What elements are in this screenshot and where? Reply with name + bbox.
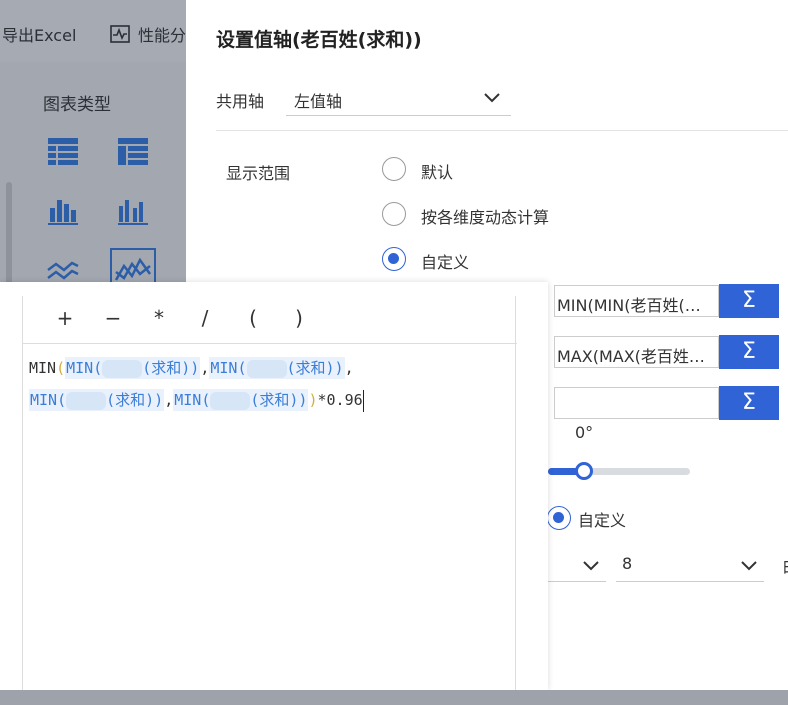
interval-sigma-button[interactable]: Σ bbox=[719, 386, 779, 420]
field-token[interactable]: MIN((求和)) bbox=[209, 357, 345, 379]
range-dynamic-radio[interactable] bbox=[382, 202, 406, 226]
custom-label-text: 自定义 bbox=[578, 511, 627, 530]
font-family-select[interactable] bbox=[546, 548, 606, 582]
pulse-icon bbox=[110, 25, 130, 43]
bottom-toolbar-strip bbox=[0, 690, 788, 705]
cross-table-icon[interactable] bbox=[116, 134, 150, 168]
shared-axis-select[interactable]: 左值轴 bbox=[286, 78, 511, 116]
formula-line-2: MIN((求和)),MIN((求和)))*0.96 bbox=[29, 384, 509, 416]
blurred-field bbox=[246, 359, 287, 378]
range-default-label: 默认 bbox=[421, 163, 454, 182]
chart-type-label: 图表类型 bbox=[43, 95, 111, 115]
range-custom-radio[interactable] bbox=[382, 247, 406, 271]
chevron-down-icon bbox=[583, 561, 599, 571]
max-formula-input[interactable]: MAX(MAX(老百姓… bbox=[554, 336, 719, 368]
performance-label: 性能分 bbox=[138, 26, 187, 45]
blurred-field bbox=[102, 359, 143, 378]
chevron-down-icon bbox=[741, 561, 757, 571]
column-chart-icon[interactable] bbox=[46, 194, 80, 228]
chevron-down-icon bbox=[484, 93, 500, 103]
operator-bar: + − * / ( ) bbox=[23, 296, 517, 344]
shared-axis-label: 共用轴 bbox=[216, 92, 265, 111]
color-label-partial: 白 bbox=[782, 553, 788, 577]
display-range-label: 显示范围 bbox=[226, 164, 291, 183]
formula-editor[interactable]: + − * / ( ) MIN(MIN((求和)),MIN((求和)), MIN… bbox=[22, 296, 517, 690]
performance-button[interactable]: 性能分 bbox=[110, 22, 186, 46]
interval-formula-input[interactable] bbox=[554, 387, 719, 419]
field-token[interactable]: MIN((求和)) bbox=[29, 389, 165, 411]
formula-editor-popup: + − * / ( ) MIN(MIN((求和)),MIN((求和)), MIN… bbox=[0, 282, 548, 690]
min-function-name: MIN bbox=[29, 359, 57, 377]
font-size-select[interactable]: 8 bbox=[616, 548, 764, 582]
divide-operator-button[interactable]: / bbox=[193, 306, 217, 330]
comma: , bbox=[164, 391, 174, 409]
table-chart-icon[interactable] bbox=[46, 134, 80, 168]
divider bbox=[216, 130, 788, 131]
range-default-radio[interactable] bbox=[382, 157, 406, 181]
custom-label-radio[interactable] bbox=[547, 506, 571, 530]
grouped-column-icon[interactable] bbox=[116, 194, 150, 228]
open-paren: ( bbox=[56, 359, 66, 377]
multiplier: *0.96 bbox=[317, 391, 363, 409]
text-caret bbox=[362, 389, 364, 412]
shared-axis-value: 左值轴 bbox=[294, 92, 343, 111]
plus-operator-button[interactable]: + bbox=[53, 306, 77, 330]
rotation-value: 0° bbox=[575, 423, 594, 442]
dialog-title: 设置值轴(老百姓(求和)) bbox=[216, 29, 422, 51]
formula-line-1: MIN(MIN((求和)),MIN((求和)), bbox=[29, 352, 509, 384]
rotation-slider-handle[interactable] bbox=[575, 462, 593, 480]
export-excel-label: 导出Excel bbox=[2, 26, 77, 45]
comma: , bbox=[344, 359, 354, 377]
formula-text[interactable]: MIN(MIN((求和)),MIN((求和)), MIN((求和)),MIN((… bbox=[29, 352, 509, 416]
open-paren-button[interactable]: ( bbox=[241, 306, 265, 330]
min-sigma-button[interactable]: Σ bbox=[719, 284, 779, 318]
field-token[interactable]: MIN((求和)) bbox=[65, 357, 201, 379]
range-dynamic-label: 按各维度动态计算 bbox=[421, 208, 550, 227]
multiply-operator-button[interactable]: * bbox=[147, 306, 171, 330]
blurred-field bbox=[210, 391, 251, 410]
min-formula-input[interactable]: MIN(MIN(老百姓(… bbox=[554, 285, 719, 317]
minus-operator-button[interactable]: − bbox=[101, 306, 125, 330]
font-size-value: 8 bbox=[622, 554, 633, 573]
export-excel-button[interactable]: 导出Excel bbox=[2, 22, 76, 46]
range-custom-label: 自定义 bbox=[421, 253, 470, 272]
max-sigma-button[interactable]: Σ bbox=[719, 335, 779, 369]
blurred-field bbox=[66, 391, 107, 410]
close-paren-button[interactable]: ) bbox=[287, 306, 311, 330]
close-paren: ) bbox=[308, 391, 318, 409]
field-token[interactable]: MIN((求和)) bbox=[173, 389, 309, 411]
